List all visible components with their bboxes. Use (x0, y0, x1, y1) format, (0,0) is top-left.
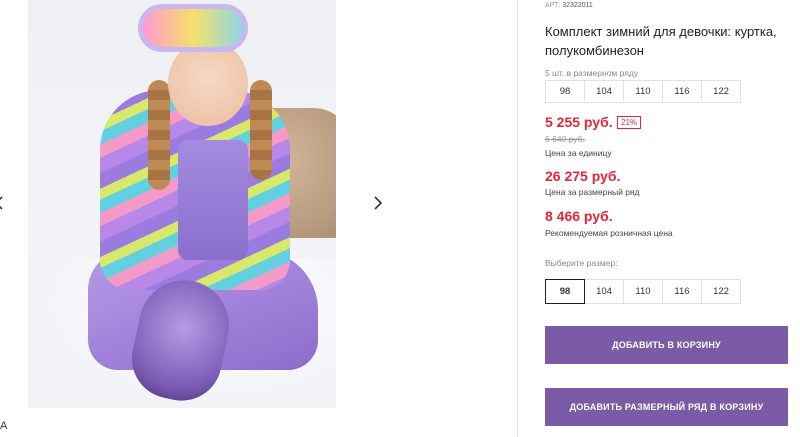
old-price: 6 640 руб. (545, 134, 585, 144)
row-price: 26 275 руб. (545, 168, 621, 184)
gallery-next-button[interactable] (359, 185, 395, 221)
product-gallery: A (0, 0, 518, 437)
product-title: Комплект зимний для девочки: куртка, пол… (545, 24, 777, 58)
size-row-label: 5 шт. в размерном ряду (545, 68, 639, 78)
choose-size-label: Выберите размер: (545, 258, 618, 268)
retail-price-note: Рекомендуемая розничная цена (545, 228, 673, 238)
size-option-110[interactable]: 110 (623, 279, 663, 304)
retail-price: 8 466 руб. (545, 208, 613, 224)
size-row-list: 98 104 110 116 122 (545, 80, 741, 103)
size-option-104[interactable]: 104 (584, 279, 624, 304)
edge-text: A (0, 420, 8, 432)
chevron-right-icon (374, 196, 383, 210)
size-selector: 98 104 110 116 122 (545, 279, 741, 304)
article-value: 32322011 (562, 2, 593, 9)
chevron-left-icon (0, 196, 3, 210)
article-label: АРТ: (545, 2, 561, 9)
article-number: АРТ: 32322011 (545, 2, 593, 9)
unit-price: 5 255 руб. (545, 114, 613, 130)
size-row-item: 104 (584, 80, 624, 103)
gallery-prev-button[interactable] (0, 185, 18, 221)
size-option-122[interactable]: 122 (701, 279, 741, 304)
product-photo[interactable] (28, 0, 336, 408)
size-row-item: 116 (662, 80, 702, 103)
size-option-98[interactable]: 98 (545, 279, 585, 304)
unit-price-note: Цена за единицу (545, 148, 612, 158)
size-row-item: 98 (545, 80, 585, 103)
size-row-item: 122 (701, 80, 741, 103)
add-to-cart-button[interactable]: ДОБАВИТЬ В КОРЗИНУ (545, 326, 788, 364)
size-option-116[interactable]: 116 (662, 279, 702, 304)
size-row-item: 110 (623, 80, 663, 103)
row-price-note: Цена за размерный ряд (545, 187, 640, 197)
add-size-row-to-cart-button[interactable]: ДОБАВИТЬ РАЗМЕРНЫЙ РЯД В КОРЗИНУ (545, 388, 788, 426)
discount-badge: 21% (617, 116, 642, 129)
